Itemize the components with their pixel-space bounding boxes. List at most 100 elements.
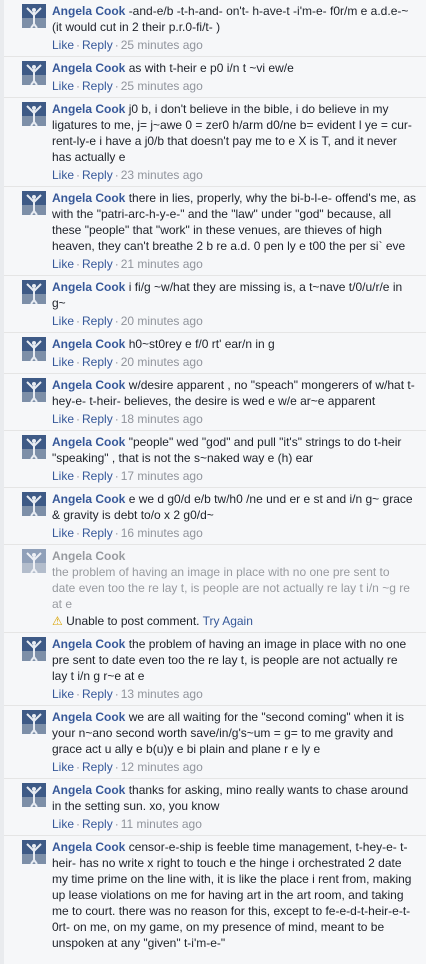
comment-timestamp[interactable]: 25 minutes ago <box>121 79 203 93</box>
comment: Angela Cook j0 b, i don't believe in the… <box>4 97 426 186</box>
comment-timestamp[interactable]: 20 minutes ago <box>121 355 203 369</box>
like-link[interactable]: Like <box>52 526 74 540</box>
reply-link[interactable]: Reply <box>82 469 113 483</box>
comment-timestamp[interactable]: 18 minutes ago <box>121 412 203 426</box>
comment-text: the problem of having an image in place … <box>52 565 410 611</box>
comment-author[interactable]: Angela Cook <box>52 378 125 392</box>
comment-thread: Angela Cook -and-e/b -t-h-and- on't- h-a… <box>0 0 426 964</box>
avatar[interactable] <box>22 637 46 661</box>
avatar[interactable] <box>22 102 46 126</box>
avatar[interactable] <box>22 191 46 215</box>
like-link[interactable]: Like <box>52 412 74 426</box>
separator: · <box>76 760 81 774</box>
comment-author[interactable]: Angela Cook <box>52 4 125 18</box>
failed-comment: Angela Cook the problem of having an ima… <box>4 544 426 632</box>
separator: · <box>76 687 81 701</box>
avatar[interactable] <box>22 378 46 402</box>
reply-link[interactable]: Reply <box>82 38 113 52</box>
comment-timestamp[interactable]: 11 minutes ago <box>121 817 202 831</box>
comment: Angela Cook as with t-heir e p0 i/n t ~v… <box>4 56 426 97</box>
reply-link[interactable]: Reply <box>82 168 113 182</box>
separator: · <box>114 38 119 52</box>
separator: · <box>76 38 81 52</box>
comment: Angela Cook w/desire apparent , no "spea… <box>4 373 426 430</box>
reply-link[interactable]: Reply <box>82 687 113 701</box>
avatar[interactable] <box>22 840 46 864</box>
comment-timestamp[interactable]: 13 minutes ago <box>121 687 203 701</box>
avatar[interactable] <box>22 783 46 807</box>
comment: Angela Cook we are all waiting for the "… <box>4 705 426 778</box>
separator: · <box>76 257 81 271</box>
avatar[interactable] <box>22 4 46 28</box>
comment-timestamp[interactable]: 23 minutes ago <box>121 168 203 182</box>
separator: · <box>114 760 119 774</box>
like-link[interactable]: Like <box>52 687 74 701</box>
comment-timestamp[interactable]: 12 minutes ago <box>121 760 203 774</box>
reply-link[interactable]: Reply <box>82 257 113 271</box>
comment-timestamp[interactable]: 16 minutes ago <box>121 526 203 540</box>
warning-icon: ⚠ <box>52 614 63 628</box>
like-link[interactable]: Like <box>52 469 74 483</box>
reply-link[interactable]: Reply <box>82 79 113 93</box>
comment-author[interactable]: Angela Cook <box>52 61 125 75</box>
separator: · <box>114 687 119 701</box>
avatar[interactable] <box>22 435 46 459</box>
comment: Angela Cook censor-e-ship is feeble time… <box>4 835 426 954</box>
separator: · <box>114 526 119 540</box>
comment-author[interactable]: Angela Cook <box>52 435 125 449</box>
avatar[interactable] <box>22 337 46 361</box>
like-link[interactable]: Like <box>52 79 74 93</box>
reply-link[interactable]: Reply <box>82 314 113 328</box>
like-link[interactable]: Like <box>52 817 74 831</box>
separator: · <box>76 412 81 426</box>
comment-author[interactable]: Angela Cook <box>52 783 125 797</box>
separator: · <box>76 168 81 182</box>
comment-author[interactable]: Angela Cook <box>52 492 125 506</box>
separator: · <box>76 817 81 831</box>
separator: · <box>76 355 81 369</box>
avatar[interactable] <box>22 492 46 516</box>
comment-author[interactable]: Angela Cook <box>52 280 125 294</box>
reply-link[interactable]: Reply <box>82 817 113 831</box>
comment: Angela Cook h0~st0rey e f/0 rt' ear/n in… <box>4 332 426 373</box>
separator: · <box>76 314 81 328</box>
comment-author[interactable]: Angela Cook <box>52 102 125 116</box>
error-message: Unable to post comment. <box>66 614 200 628</box>
comment-author[interactable]: Angela Cook <box>52 710 125 724</box>
reply-link[interactable]: Reply <box>82 526 113 540</box>
separator: · <box>76 526 81 540</box>
try-again-link[interactable]: Try Again <box>203 614 253 628</box>
comment-timestamp[interactable]: 25 minutes ago <box>121 38 203 52</box>
avatar[interactable] <box>22 710 46 734</box>
separator: · <box>114 469 119 483</box>
comment-timestamp[interactable]: 17 minutes ago <box>121 469 203 483</box>
separator: · <box>114 314 119 328</box>
comment: Angela Cook thanks for asking, mino real… <box>4 778 426 835</box>
separator: · <box>114 355 119 369</box>
avatar[interactable] <box>22 280 46 304</box>
comment-text: censor-e-ship is feeble time management,… <box>52 840 412 950</box>
like-link[interactable]: Like <box>52 257 74 271</box>
comment-author[interactable]: Angela Cook <box>52 840 125 854</box>
comment-timestamp[interactable]: 21 minutes ago <box>121 257 203 271</box>
comment-author[interactable]: Angela Cook <box>52 191 125 205</box>
comment-author[interactable]: Angela Cook <box>52 637 125 651</box>
separator: · <box>114 79 119 93</box>
like-link[interactable]: Like <box>52 355 74 369</box>
separator: · <box>114 257 119 271</box>
like-link[interactable]: Like <box>52 760 74 774</box>
comment: Angela Cook the problem of having an ima… <box>4 632 426 705</box>
separator: · <box>76 79 81 93</box>
comment-author[interactable]: Angela Cook <box>52 337 125 351</box>
avatar[interactable] <box>22 61 46 85</box>
reply-link[interactable]: Reply <box>82 412 113 426</box>
like-link[interactable]: Like <box>52 168 74 182</box>
comment: Angela Cook there in lies, properly, why… <box>4 186 426 275</box>
comment-text: as with t-heir e p0 i/n t ~vi ew/e <box>128 61 294 75</box>
reply-link[interactable]: Reply <box>82 760 113 774</box>
comment-timestamp[interactable]: 20 minutes ago <box>121 314 203 328</box>
reply-link[interactable]: Reply <box>82 355 113 369</box>
like-link[interactable]: Like <box>52 314 74 328</box>
comment: Angela Cook -and-e/b -t-h-and- on't- h-a… <box>4 0 426 56</box>
like-link[interactable]: Like <box>52 38 74 52</box>
